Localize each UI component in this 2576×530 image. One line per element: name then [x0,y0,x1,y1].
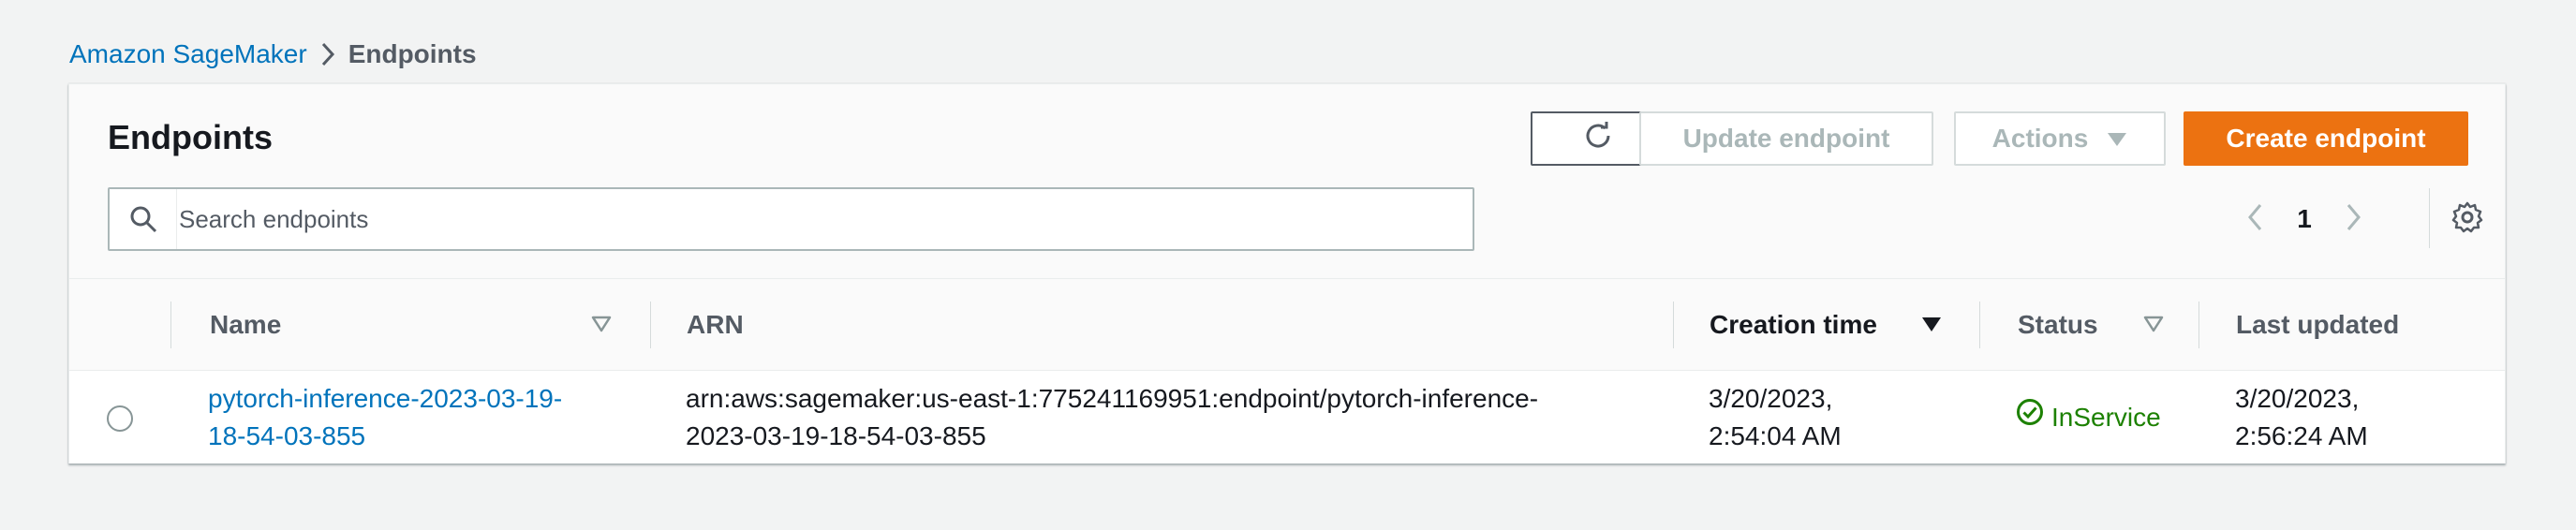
chevron-right-icon [2344,202,2362,237]
update-endpoint-button[interactable]: Update endpoint [1639,111,1933,166]
panel-header: Endpoints Update endpoint Actions Create… [69,84,2505,279]
column-divider [2198,302,2199,348]
sort-descending-icon[interactable] [1920,313,1943,335]
endpoint-name-line2: 18-54-03-855 [208,420,366,450]
next-page-button[interactable] [2327,193,2379,245]
row-select-radio[interactable] [107,405,133,432]
endpoint-arn-line1: arn:aws:sagemaker:us-east-1:775241169951… [686,383,1539,413]
column-header-creation-time[interactable]: Creation time [1710,279,1877,371]
column-divider [170,302,171,348]
check-circle-icon [2016,398,2051,436]
endpoint-name-link[interactable]: pytorch-inference-2023-03-19- 18-54-03-8… [208,380,562,455]
endpoint-name-cell: pytorch-inference-2023-03-19- 18-54-03-8… [208,371,629,464]
endpoint-arn-line2: 2023-03-19-18-54-03-855 [686,420,986,450]
current-page-number[interactable]: 1 [2282,204,2327,234]
status-badge: InService [2016,371,2194,464]
status-text: InService [2051,402,2161,432]
column-header-name[interactable]: Name [210,279,281,371]
creation-time-cell: 3/20/2023, 2:54:04 AM [1709,371,1962,464]
endpoint-name-line1: pytorch-inference-2023-03-19- [208,383,563,413]
previous-page-button[interactable] [2229,193,2282,245]
search-box [108,187,1474,251]
refresh-icon [1581,119,1615,159]
table-header: Name ARN Creation time Status Last updat… [69,279,2505,371]
chevron-right-icon [307,37,348,71]
column-divider [1673,302,1674,348]
gear-icon [2450,200,2484,239]
column-header-last-updated: Last updated [2236,310,2400,339]
last-updated-cell: 3/20/2023, 2:56:24 AM [2235,371,2488,464]
search-icon [110,189,177,249]
last-updated-line2: 2:56:24 AM [2235,420,2368,450]
column-header-status[interactable]: Status [2018,279,2098,371]
breadcrumb: Amazon SageMaker Endpoints [69,37,477,71]
breadcrumb-current: Endpoints [348,39,477,68]
endpoint-arn-cell: arn:aws:sagemaker:us-east-1:775241169951… [686,371,1660,464]
table-settings-button[interactable] [2434,189,2501,249]
column-divider [650,302,651,348]
column-divider [1979,302,1980,348]
create-endpoint-button[interactable]: Create endpoint [2184,111,2468,166]
breadcrumb-link-sagemaker[interactable]: Amazon SageMaker [69,39,307,69]
page-title: Endpoints [108,118,273,156]
column-header-arn: ARN [687,310,744,339]
table-row: pytorch-inference-2023-03-19- 18-54-03-8… [69,371,2505,464]
pagination-divider [2429,188,2430,248]
actions-label: Actions [1991,124,2089,153]
creation-time-line1: 3/20/2023, [1709,383,1833,413]
last-updated-line1: 3/20/2023, [2235,383,2360,413]
caret-down-icon [2107,124,2127,154]
search-input[interactable] [177,191,1473,247]
sort-icon[interactable] [2142,313,2165,335]
creation-time-line2: 2:54:04 AM [1709,420,1842,450]
pagination: 1 [2229,191,2379,247]
endpoints-panel: Endpoints Update endpoint Actions Create… [68,83,2506,464]
actions-dropdown-button[interactable]: Actions [1954,111,2166,166]
chevron-left-icon [2246,202,2265,237]
sort-icon[interactable] [590,313,613,335]
